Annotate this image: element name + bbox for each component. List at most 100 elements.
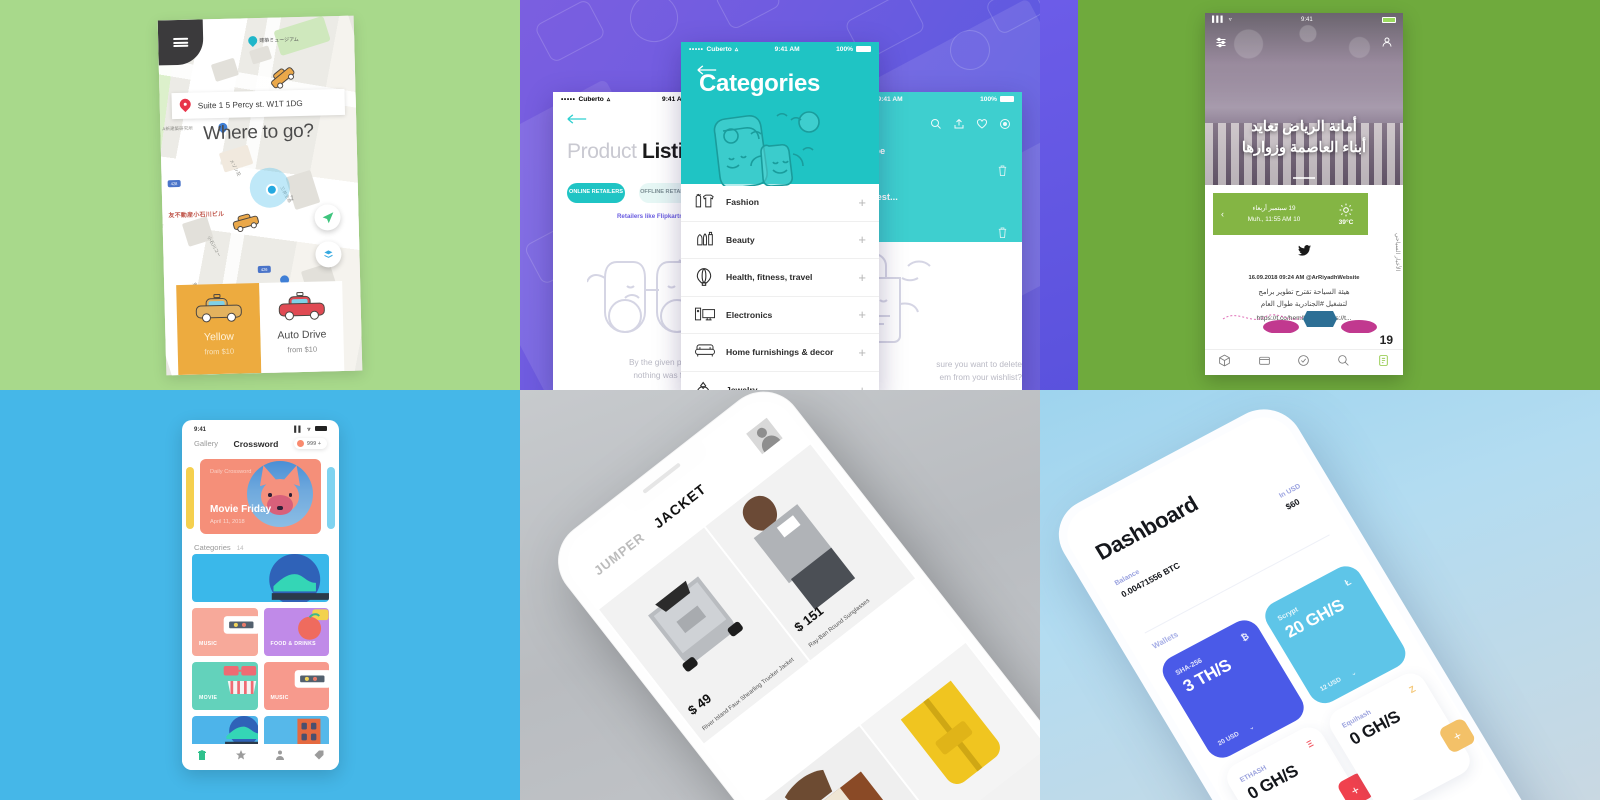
wallet-tiles: ₿ SHA-256 3 TH/S 20 USD ⌄ Ł Scrypt 20 GH… — [1156, 560, 1477, 800]
battery-icon — [315, 426, 327, 431]
category-row-home[interactable]: Home furnishings & decor + — [681, 334, 879, 372]
coin-count: 999 + — [306, 440, 321, 447]
jacket-phone-mockup: ‹ JUMPER JACKET — [541, 390, 1040, 800]
dashboard-header: Dashboard Balance 0.00471556 BTC In USD … — [1073, 436, 1327, 609]
tab-jumper[interactable]: JUMPER — [591, 529, 648, 578]
fox-illustration — [247, 461, 313, 527]
carousel-prev-peek[interactable] — [186, 467, 194, 529]
featured-date: April 11, 2018 — [210, 519, 245, 525]
user-icon[interactable] — [1381, 35, 1393, 53]
status-bar: ▌▌▌ ▿ 9:41 — [1205, 13, 1403, 26]
phone-screen: Dashboard Balance 0.00471556 BTC In USD … — [1055, 406, 1549, 800]
weather-bar: ‹ 19 سبتمبر أربعاء 10 Muh., 11:55 AM 39°… — [1213, 193, 1368, 235]
battery-icon — [856, 46, 871, 52]
map-label: 建築ミュージアム — [259, 37, 299, 44]
expand-plus-icon[interactable]: + — [858, 384, 866, 390]
tab-online-retailers[interactable]: ONLINE RETAILERS — [567, 183, 625, 203]
category-tile[interactable]: MUSIC — [263, 662, 329, 710]
category-tile[interactable]: FOOD & DRINKS — [263, 608, 329, 656]
expand-plus-icon[interactable]: + — [858, 346, 866, 359]
cell-crossword-app: 9:41 ▌▌ ▿ Gallery Crossword 999 + Daily … — [0, 390, 520, 800]
category-tile[interactable]: MUSIC — [192, 608, 258, 656]
ring-icon — [694, 380, 716, 390]
coin-balance[interactable]: 999 + — [293, 438, 327, 449]
headline-line-2: أبناء العاصمة وزوارها — [1241, 139, 1367, 156]
category-label: Beauty — [726, 234, 755, 245]
category-label: Electronics — [726, 309, 773, 320]
clock: 9:41 AM — [774, 45, 800, 53]
cell-ecommerce-app: ••••• Cuberto ▵ 9:41 AM Product Listing … — [520, 0, 1040, 390]
tag-icon[interactable] — [313, 748, 325, 766]
address-bar[interactable]: Suite 1 5 Percy st. W1T 1DG — [171, 88, 346, 120]
add-equihash-button[interactable]: + — [1437, 717, 1477, 755]
expand-plus-icon[interactable]: + — [858, 308, 866, 321]
wifi-icon: ▿ — [307, 427, 311, 433]
coin-icon — [296, 440, 304, 447]
map-label: 1 — [290, 195, 295, 203]
chevron-down-icon[interactable]: ⌄ — [1247, 723, 1256, 732]
tile-label: MUSIC — [270, 694, 289, 701]
carrier-label: Cuberto — [706, 45, 732, 53]
category-tile[interactable] — [192, 554, 329, 602]
category-row-electronics[interactable]: Electronics + — [681, 297, 879, 334]
box-icon[interactable] — [1218, 354, 1231, 372]
carrier-label: Cuberto — [578, 95, 604, 103]
usd-block: In USD $60 — [1278, 483, 1309, 512]
categories-header: Categories 14 — [182, 537, 339, 554]
battery-icon — [1000, 96, 1014, 102]
person-icon[interactable] — [274, 748, 286, 766]
signal-icon: ▌▌ — [294, 427, 303, 433]
ride-name: Yellow — [203, 330, 235, 344]
taxi-phone-mockup: 建築ミュージアム A新建築研究所 友不動産小石川ビル メゾン荘 小石川コー 東高… — [157, 15, 363, 376]
phone-body: ‹ JUMPER JACKET — [541, 390, 1040, 800]
map-poi[interactable]: 建築ミュージアム — [246, 34, 299, 47]
tile-label: MUSIC — [199, 640, 218, 647]
star-icon[interactable] — [235, 748, 247, 766]
twitter-bird-icon — [1219, 243, 1389, 261]
home-icon[interactable] — [196, 748, 208, 766]
categories-count: 14 — [236, 546, 244, 552]
expand-plus-icon[interactable]: + — [858, 233, 866, 246]
news-headline: أمانة الرياض تعايد أبناء العاصمة وزوارها — [1213, 117, 1395, 159]
category-label: Home furnishings & decor — [726, 347, 834, 358]
search-icon[interactable] — [930, 117, 941, 129]
red-taxi-icon — [278, 291, 325, 321]
usd-amount: 12 USD — [1318, 676, 1343, 693]
category-row-beauty[interactable]: Beauty + — [681, 222, 879, 259]
ride-option-auto-drive[interactable]: Auto Drive from $10 — [259, 281, 345, 374]
dashboard-phone-mockup: Dashboard Balance 0.00471556 BTC In USD … — [1044, 390, 1600, 800]
trash-icon[interactable] — [997, 164, 1008, 182]
signal-icon: ▌▌▌ — [1212, 16, 1225, 23]
nav-gallery-link[interactable]: Gallery — [194, 439, 218, 448]
wallet-icon[interactable] — [1258, 354, 1271, 372]
document-icon[interactable] — [1377, 354, 1390, 372]
phone-body: Dashboard Balance 0.00471556 BTC In USD … — [1044, 396, 1560, 800]
expand-plus-icon[interactable]: + — [858, 196, 866, 209]
hot-air-balloon-icon — [694, 267, 716, 287]
category-label: Health, fitness, travel — [726, 272, 813, 283]
category-label: Jewelry — [726, 385, 858, 390]
battery-icon — [1382, 16, 1396, 23]
featured-card[interactable]: Daily Crossword Movie Friday April 11, 2… — [200, 459, 321, 534]
expand-plus-icon[interactable]: + — [858, 271, 866, 284]
search-icon[interactable] — [1337, 354, 1350, 372]
crossword-phone-mockup: 9:41 ▌▌ ▿ Gallery Crossword 999 + Daily … — [182, 420, 339, 770]
carousel-next-peek[interactable] — [327, 467, 335, 529]
page-title: Crossword — [233, 438, 279, 449]
featured-kicker: Daily Crossword — [210, 469, 252, 475]
gregorian-date: 19 سبتمبر أربعاء — [1252, 204, 1296, 212]
chevron-down-icon[interactable]: ⌄ — [1349, 668, 1358, 678]
background-strip — [1040, 0, 1078, 390]
promo-strip — [1219, 305, 1389, 333]
heart-icon[interactable] — [976, 117, 987, 129]
title-light: Product — [567, 140, 637, 163]
target-icon[interactable] — [999, 117, 1010, 129]
category-row-jewelry[interactable]: Jewelry + — [681, 372, 879, 390]
bottom-tabs — [182, 744, 339, 770]
ride-option-yellow[interactable]: Yellow from $10 — [176, 283, 262, 376]
category-row-health[interactable]: Health, fitness, travel + — [681, 259, 879, 297]
filter-icon[interactable] — [1215, 35, 1227, 53]
category-tile[interactable]: MOVIE — [192, 662, 258, 710]
checkmark-circle-icon[interactable] — [1297, 354, 1310, 372]
share-icon[interactable] — [953, 117, 964, 128]
